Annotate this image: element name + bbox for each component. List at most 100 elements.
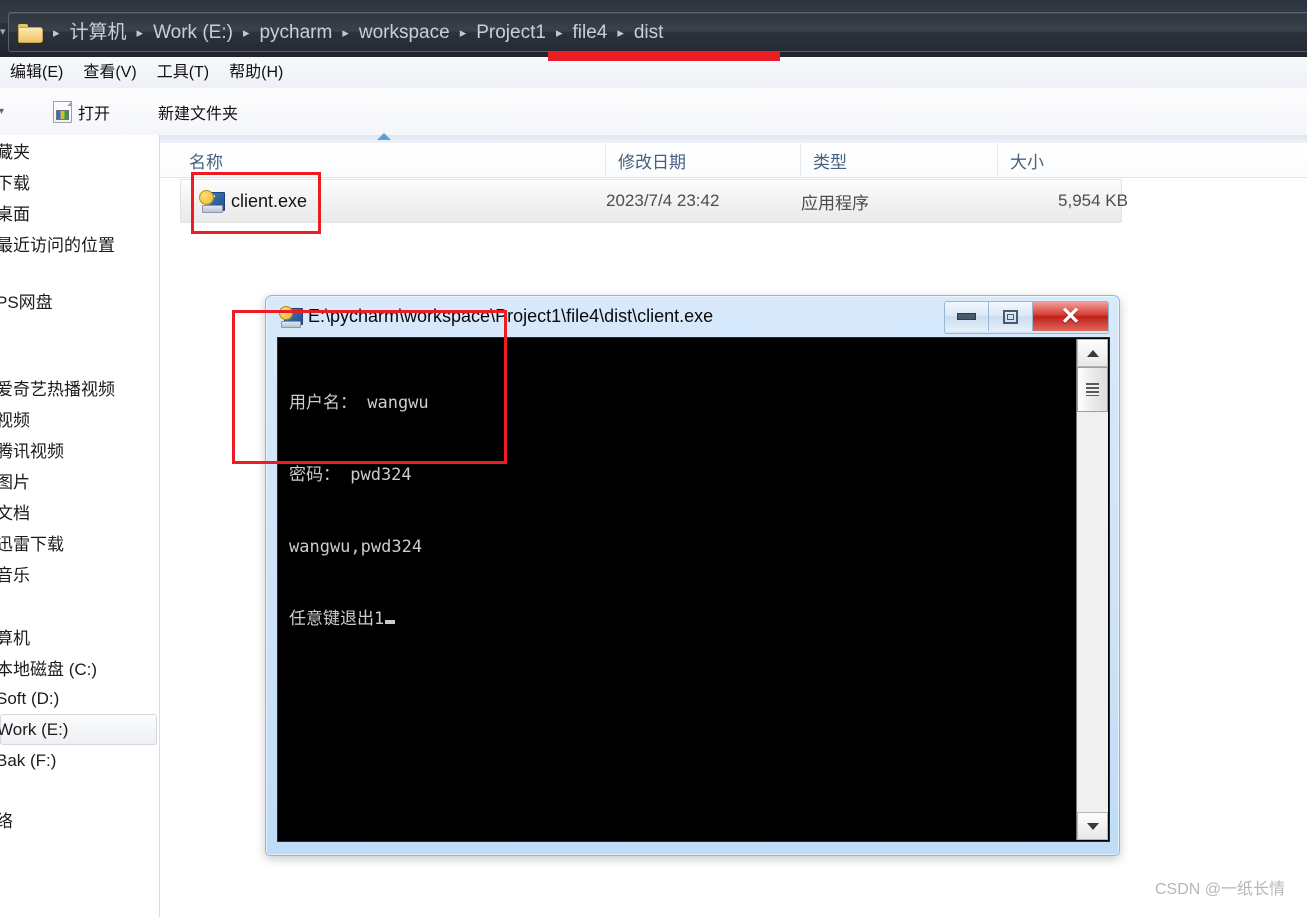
sidebar-divider [0, 589, 159, 621]
sidebar-item-favorites[interactable]: 藏夹 [0, 135, 159, 166]
console-line: 用户名： wangwu [289, 393, 429, 413]
new-folder-button-label: 新建文件夹 [158, 105, 239, 123]
sidebar-item-computer[interactable]: 算机 [0, 621, 159, 652]
scroll-up-button[interactable] [1077, 339, 1108, 367]
sidebar-item-bak-f[interactable]: Bak (F:) [0, 745, 159, 776]
minimize-icon [957, 313, 976, 320]
sidebar-item-soft-d[interactable]: Soft (D:) [0, 683, 159, 714]
toolbar-chevron-icon[interactable]: ▾ [0, 106, 9, 117]
breadcrumb-separator: ▸ [342, 24, 349, 40]
sidebar-divider [0, 316, 159, 372]
annotation-red-bar [548, 52, 780, 61]
document-icon [53, 100, 72, 123]
sidebar-item-tencent-video[interactable]: 腾讯视频 [0, 434, 159, 465]
file-modified-cell: 2023/7/4 23:42 [606, 191, 720, 210]
sidebar-item-thunder-downloads[interactable]: 迅雷下载 [0, 527, 159, 558]
sidebar-item-label: Work (E:) [0, 719, 69, 739]
column-header-name[interactable]: 名称 [160, 143, 605, 177]
breadcrumb[interactable]: ▸ 计算机 ▸ Work (E:) ▸ pycharm ▸ workspace … [8, 12, 1307, 52]
breadcrumb-item-work-e[interactable]: Work (E:) [150, 23, 236, 42]
sidebar-item-label: 本地磁盘 (C:) [0, 660, 98, 679]
scroll-down-button[interactable] [1077, 812, 1108, 840]
breadcrumb-item-file4[interactable]: file4 [569, 23, 610, 42]
sidebar-item-label: 图片 [0, 473, 30, 492]
text-cursor [385, 620, 396, 624]
sidebar-item-pictures[interactable]: 图片 [0, 465, 159, 496]
breadcrumb-separator: ▸ [136, 24, 144, 40]
file-list-top-strip [160, 135, 1307, 143]
chevron-down-icon [1086, 822, 1099, 830]
console-output-area[interactable]: 用户名： wangwu 密码： pwd324 wangwu,pwd324 任意键… [277, 337, 1110, 842]
sidebar-item-desktop[interactable]: 桌面 [0, 197, 159, 228]
file-name-cell: client.exe [231, 190, 308, 211]
sidebar-item-label: 文档 [0, 504, 30, 523]
sidebar-item-label: 桌面 [0, 205, 30, 224]
console-scrollbar[interactable] [1076, 339, 1108, 840]
close-button[interactable]: ✕ [1033, 302, 1108, 331]
breadcrumb-item-workspace[interactable]: workspace [356, 23, 453, 42]
sidebar-item-label: 音乐 [0, 566, 30, 585]
menu-item-view[interactable]: 查看(V) [73, 63, 146, 83]
sidebar-item-label: 腾讯视频 [0, 442, 64, 461]
close-icon: ✕ [1060, 302, 1081, 330]
navigation-pane: 藏夹 下载 桌面 最近访问的位置 PS网盘 爱奇艺热播视频 视频 腾讯视频 图片… [0, 135, 160, 917]
maximize-button[interactable] [989, 302, 1033, 331]
column-header-size[interactable]: 大小 [997, 143, 1307, 177]
sidebar-item-label: 迅雷下载 [0, 535, 64, 554]
exe-file-icon [199, 189, 225, 213]
table-row[interactable]: client.exe 2023/7/4 23:42 应用程序 5,954 KB [180, 179, 1128, 223]
console-window[interactable]: E:\pycharm\workspace\Project1\file4\dist… [265, 295, 1120, 856]
sidebar-item-network[interactable]: 络 [0, 804, 159, 835]
chevron-up-icon [1086, 349, 1099, 357]
watermark: CSDN @一纸长情 [1154, 881, 1285, 898]
menu-item-help[interactable]: 帮助(H) [219, 63, 293, 83]
sidebar-item-label: Soft (D:) [0, 688, 60, 708]
console-line: wangwu,pwd324 [289, 537, 423, 557]
address-bar: ▾ ▸ 计算机 ▸ Work (E:) ▸ pycharm ▸ workspac… [0, 0, 1307, 57]
sidebar-item-label: 视频 [0, 411, 30, 430]
sidebar-item-label: Bak (F:) [0, 750, 57, 770]
console-exe-icon [279, 305, 303, 328]
open-button-label: 打开 [78, 105, 111, 123]
sidebar-item-label: 下载 [0, 174, 30, 193]
breadcrumb-item-project1[interactable]: Project1 [473, 23, 549, 42]
console-output-text: 用户名： wangwu 密码： pwd324 wangwu,pwd324 任意键… [289, 343, 429, 679]
sidebar-item-label: 最近访问的位置 [0, 236, 115, 255]
sidebar-item-downloads[interactable]: 下载 [0, 166, 159, 197]
minimize-button[interactable] [945, 302, 989, 331]
breadcrumb-separator: ▸ [555, 24, 563, 40]
column-header-type[interactable]: 类型 [800, 143, 997, 177]
breadcrumb-separator: ▸ [53, 24, 60, 40]
console-line-with-cursor: 任意键退出1 [289, 607, 429, 631]
breadcrumb-item-pycharm[interactable]: pycharm [256, 23, 335, 42]
sidebar-item-iqiyi-video[interactable]: 爱奇艺热播视频 [0, 372, 159, 403]
open-button[interactable]: 打开 [43, 97, 120, 127]
window-controls: ✕ [944, 301, 1109, 334]
sidebar-item-videos[interactable]: 视频 [0, 403, 159, 434]
maximize-icon [1003, 309, 1018, 324]
sidebar-item-recent-places[interactable]: 最近访问的位置 [0, 228, 159, 259]
column-header-modified[interactable]: 修改日期 [605, 143, 800, 177]
console-title-bar[interactable]: E:\pycharm\workspace\Project1\file4\dist… [266, 296, 1119, 337]
scrollbar-thumb[interactable] [1077, 367, 1108, 412]
sidebar-item-label: 爱奇艺热播视频 [0, 380, 115, 399]
sort-ascending-icon [377, 133, 391, 140]
sidebar-item-music[interactable]: 音乐 [0, 558, 159, 589]
sidebar-item-ps-netdisk[interactable]: PS网盘 [0, 285, 159, 316]
sidebar-item-documents[interactable]: 文档 [0, 496, 159, 527]
menu-item-edit[interactable]: 编辑(E) [0, 63, 73, 83]
menu-item-tools[interactable]: 工具(T) [147, 63, 219, 83]
breadcrumb-item-computer[interactable]: 计算机 [67, 23, 130, 42]
breadcrumb-item-dist[interactable]: dist [631, 23, 667, 42]
console-window-title: E:\pycharm\workspace\Project1\file4\dist… [308, 306, 714, 326]
breadcrumb-separator: ▸ [459, 24, 467, 40]
new-folder-button[interactable]: 新建文件夹 [148, 97, 248, 127]
grip-icon [1086, 383, 1099, 396]
sidebar-item-label: 络 [0, 807, 13, 832]
sidebar-divider [0, 776, 159, 804]
sidebar-divider [0, 259, 159, 285]
console-line: 任意键退出1 [289, 609, 385, 629]
sidebar-item-local-disk-c[interactable]: 本地磁盘 (C:) [0, 652, 159, 683]
sidebar-item-work-e[interactable]: Work (E:) [0, 714, 157, 745]
menu-bar: 编辑(E) 查看(V) 工具(T) 帮助(H) [0, 57, 1307, 89]
